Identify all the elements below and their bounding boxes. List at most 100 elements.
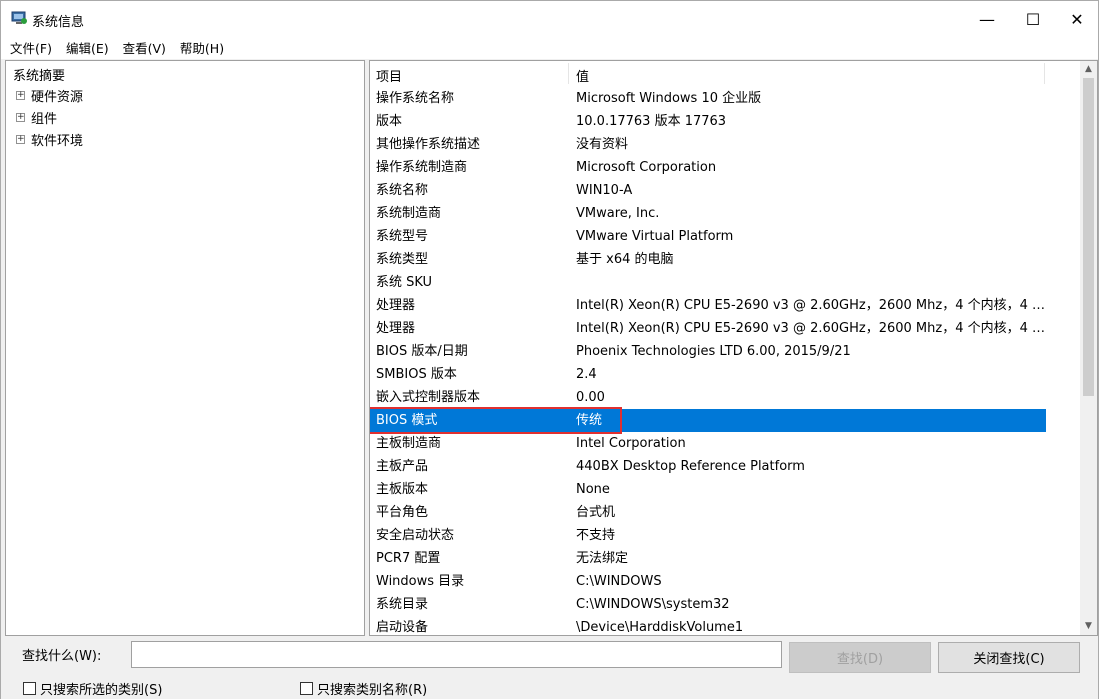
item-cell: 操作系统制造商 (376, 160, 468, 175)
item-cell: 系统制造商 (376, 206, 442, 221)
find-label: 查找什么(W): (22, 649, 102, 664)
table-row[interactable]: SMBIOS 版本 2.4 (370, 363, 1080, 386)
column-header-item[interactable]: 项目 (376, 66, 402, 85)
table-row[interactable]: 操作系统制造商 Microsoft Corporation (370, 156, 1080, 179)
table-row[interactable]: 系统类型 基于 x64 的电脑 (370, 248, 1080, 271)
value-cell: 台式机 (576, 505, 616, 520)
table-row[interactable]: 版本 10.0.17763 版本 17763 (370, 110, 1080, 133)
table-row[interactable]: Windows 目录 C:\WINDOWS (370, 570, 1080, 593)
details-list[interactable]: 项目 值 操作系统名称 Microsoft Windows 10 企业版版本 10.… (369, 60, 1098, 636)
table-row[interactable]: 嵌入式控制器版本 0.00 (370, 386, 1080, 409)
table-row[interactable]: 系统 SKU (370, 271, 1080, 294)
value-cell: WIN10-A (576, 183, 633, 198)
value-cell: Microsoft Corporation (576, 160, 717, 175)
menu-view[interactable]: 查看(V) (123, 37, 166, 59)
expand-icon[interactable]: + (16, 112, 25, 122)
column-divider[interactable] (1044, 63, 1045, 84)
value-cell: Intel(R) Xeon(R) CPU E5-2690 v3 @ 2.60GH… (576, 321, 1046, 336)
value-cell: 不支持 (576, 528, 616, 543)
table-row[interactable]: 安全启动状态 不支持 (370, 524, 1080, 547)
list-header: 项目 值 (370, 61, 1080, 86)
item-cell: 系统型号 (376, 229, 429, 244)
window-title: 系统信息 (32, 15, 85, 30)
table-row[interactable]: 主板制造商 Intel Corporation (370, 432, 1080, 455)
table-row[interactable]: 处理器 Intel(R) Xeon(R) CPU E5-2690 v3 @ 2.6… (370, 294, 1080, 317)
item-cell: 主板产品 (376, 459, 429, 474)
value-cell: Phoenix Technologies LTD 6.00, 2015/9/21 (576, 344, 851, 359)
table-row[interactable]: 系统制造商 VMware, Inc. (370, 202, 1080, 225)
item-cell: 操作系统名称 (376, 91, 455, 106)
table-row[interactable]: 操作系统名称 Microsoft Windows 10 企业版 (370, 87, 1080, 110)
tree-item-system-summary[interactable]: 系统摘要 (13, 65, 65, 84)
minimize-icon: — (979, 9, 995, 29)
list-rows: 操作系统名称 Microsoft Windows 10 企业版版本 10.0.177… (370, 87, 1080, 635)
item-cell: 处理器 (376, 321, 416, 336)
table-row[interactable]: 系统型号 VMware Virtual Platform (370, 225, 1080, 248)
table-row[interactable]: 处理器 Intel(R) Xeon(R) CPU E5-2690 v3 @ 2.6… (370, 317, 1080, 340)
table-row[interactable]: 其他操作系统描述 没有资料 (370, 133, 1080, 156)
category-tree[interactable]: 系统摘要 + 硬件资源 + 组件 + 软件环境 (5, 60, 365, 636)
item-cell: 主板版本 (376, 482, 429, 497)
checkbox-label[interactable]: 只搜索类别名称(R) (317, 679, 427, 698)
item-cell: SMBIOS 版本 (376, 367, 457, 382)
table-row[interactable]: 平台角色 台式机 (370, 501, 1080, 524)
title-bar[interactable]: 系统信息 — ☐ ✕ (1, 1, 1098, 37)
maximize-button[interactable]: ☐ (1010, 1, 1056, 37)
table-row[interactable]: BIOS 模式 传统 (370, 407, 1046, 434)
tree-item-label[interactable]: 组件 (31, 108, 57, 127)
tree-item-software-environment[interactable]: + 软件环境 (16, 129, 83, 149)
scroll-down-icon[interactable]: ▼ (1084, 622, 1093, 631)
value-cell: VMware Virtual Platform (576, 229, 734, 244)
table-row[interactable]: 系统名称 WIN10-A (370, 179, 1080, 202)
close-button[interactable]: ✕ (1054, 1, 1099, 37)
tree-item-label[interactable]: 软件环境 (31, 130, 83, 149)
item-cell: 安全启动状态 (376, 528, 455, 543)
table-row[interactable]: PCR7 配置 无法绑定 (370, 547, 1080, 570)
table-row[interactable]: 主板版本 None (370, 478, 1080, 501)
menu-help[interactable]: 帮助(H) (180, 37, 224, 59)
tree-item-hardware-resources[interactable]: + 硬件资源 (16, 85, 83, 105)
maximize-icon: ☐ (1025, 9, 1041, 29)
item-cell: 版本 (376, 114, 403, 129)
value-cell: 没有资料 (576, 137, 629, 152)
scroll-thumb[interactable] (1083, 78, 1094, 396)
scroll-up-icon[interactable]: ▲ (1084, 65, 1093, 74)
minimize-button[interactable]: — (964, 1, 1010, 37)
item-cell: 系统类型 (376, 252, 429, 267)
expand-icon[interactable]: + (16, 134, 25, 144)
checkbox-box[interactable] (300, 682, 313, 695)
table-row[interactable]: 系统目录 C:\WINDOWS\system32 (370, 593, 1080, 616)
checkbox-label[interactable]: 只搜索所选的类别(S) (40, 679, 162, 698)
item-cell: 平台角色 (376, 505, 429, 520)
tree-item-label[interactable]: 硬件资源 (31, 86, 83, 105)
value-cell: 440BX Desktop Reference Platform (576, 459, 805, 474)
value-cell: 无法绑定 (576, 551, 629, 566)
column-header-value[interactable]: 值 (576, 66, 589, 85)
search-selected-category-checkbox[interactable]: 只搜索所选的类别(S) (23, 679, 162, 698)
menu-edit[interactable]: 编辑(E) (66, 37, 109, 59)
table-row[interactable]: 启动设备 \Device\HarddiskVolume1 (370, 616, 1080, 635)
find-input[interactable] (131, 641, 782, 668)
item-cell: 嵌入式控制器版本 (376, 390, 481, 405)
value-cell: Intel Corporation (576, 436, 686, 451)
item-cell: 启动设备 (376, 620, 429, 635)
item-cell: PCR7 配置 (376, 551, 441, 566)
vertical-scrollbar[interactable]: ▲ ▼ (1080, 61, 1097, 635)
value-cell: VMware, Inc. (576, 206, 660, 221)
find-button[interactable]: 查找(D) (789, 642, 931, 673)
value-cell: Intel(R) Xeon(R) CPU E5-2690 v3 @ 2.60GH… (576, 298, 1046, 313)
item-cell: 主板制造商 (376, 436, 442, 451)
close-find-button[interactable]: 关闭查找(C) (938, 642, 1080, 673)
value-cell: C:\WINDOWS\system32 (576, 597, 730, 612)
menu-bar: 文件(F) 编辑(E) 查看(V) 帮助(H) (1, 37, 1098, 59)
search-category-names-checkbox[interactable]: 只搜索类别名称(R) (300, 679, 427, 698)
table-row[interactable]: BIOS 版本/日期 Phoenix Technologies LTD 6.00,… (370, 340, 1080, 363)
item-cell: Windows 目录 (376, 574, 465, 589)
expand-icon[interactable]: + (16, 90, 25, 100)
checkbox-box[interactable] (23, 682, 36, 695)
value-cell: Microsoft Windows 10 企业版 (576, 91, 762, 106)
column-divider[interactable] (568, 63, 569, 84)
table-row[interactable]: 主板产品 440BX Desktop Reference Platform (370, 455, 1080, 478)
menu-file[interactable]: 文件(F) (10, 37, 52, 59)
tree-item-components[interactable]: + 组件 (16, 107, 57, 127)
